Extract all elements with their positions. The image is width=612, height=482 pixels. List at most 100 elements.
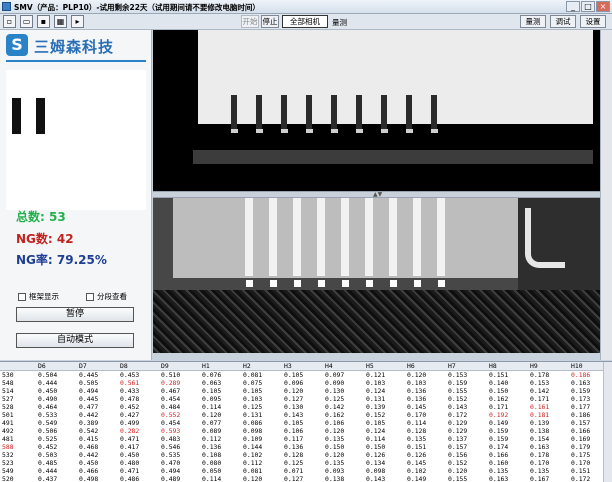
column-header[interactable]: H2 — [241, 362, 282, 371]
table-cell: 0.149 — [407, 475, 427, 482]
batch-view-checkbox[interactable]: 分段查看 — [86, 291, 127, 302]
measure-button[interactable]: 量测 — [520, 15, 546, 28]
column-header[interactable]: H3 — [282, 362, 323, 371]
table-cell: 0.109 — [243, 435, 263, 443]
solder-pad — [438, 280, 445, 287]
table-row[interactable]: 549 0.444 0.466 0.471 0.494 0.050 0.081 0.071 0.… — [0, 467, 610, 475]
table-cell: 0.093 — [325, 467, 345, 475]
measure-label[interactable]: 量测 — [332, 17, 347, 28]
save-icon[interactable]: ▪ — [37, 15, 50, 28]
table-cell: 0.417 — [120, 443, 140, 451]
column-header[interactable]: D6 — [36, 362, 77, 371]
ng-rate: NG率: 79.25% — [16, 253, 107, 267]
column-header[interactable]: H7 — [446, 362, 487, 371]
table-row[interactable]: 528 0.464 0.477 0.452 0.484 0.114 0.125 0.130 0.… — [0, 403, 610, 411]
table-cell: 0.490 — [38, 395, 58, 403]
table-cell: 0.135 — [325, 459, 345, 467]
table-cell: 0.442 — [79, 411, 99, 419]
table-cell: 0.142 — [325, 403, 345, 411]
new-icon[interactable]: ▫ — [3, 15, 16, 28]
table-cell: 0.504 — [38, 371, 58, 379]
close-button[interactable]: × — [596, 1, 610, 12]
window-controls: _ □ × — [566, 1, 610, 12]
table-row[interactable]: 491 0.549 0.389 0.499 0.454 0.077 0.086 0.105 0.… — [0, 419, 610, 427]
table-cell: 0.128 — [284, 451, 304, 459]
table-cell: 492 — [2, 427, 14, 435]
table-cell: 0.103 — [407, 379, 427, 387]
view-splitter[interactable]: ▲▼ — [153, 191, 600, 198]
table-cell: 0.152 — [448, 459, 468, 467]
table-scrollbar[interactable] — [603, 362, 612, 482]
open-folder-icon[interactable]: ▭ — [20, 15, 33, 28]
camera-view-top[interactable] — [153, 30, 600, 191]
table-cell: 0.125 — [325, 395, 345, 403]
table-cell: 0.112 — [243, 459, 263, 467]
checkbox-box[interactable] — [18, 292, 26, 301]
table-row[interactable]: 492 0.506 0.542 0.282 0.593 0.089 0.098 0.106 0.… — [0, 427, 610, 435]
table-row[interactable]: 530 0.504 0.445 0.453 0.510 0.076 0.081 0.105 0.… — [0, 371, 610, 380]
table-row[interactable]: 520 0.437 0.498 0.486 0.489 0.114 0.120 0.127 0.… — [0, 475, 610, 482]
table-cell: 0.136 — [407, 395, 427, 403]
table-cell: 0.542 — [79, 427, 99, 435]
pause-button[interactable]: 暂停 — [16, 307, 134, 322]
column-header[interactable] — [0, 362, 36, 371]
table-cell: 0.174 — [489, 443, 509, 451]
solder-pad — [270, 280, 277, 287]
table-cell: 0.108 — [202, 451, 222, 459]
start-button[interactable]: 开始 — [241, 15, 259, 28]
table-cell: 0.167 — [530, 475, 550, 482]
camera-view-bottom[interactable] — [153, 198, 600, 353]
column-header[interactable]: H6 — [405, 362, 446, 371]
table-row[interactable]: 514 0.450 0.494 0.433 0.467 0.105 0.105 0.120 0.… — [0, 387, 610, 395]
table-cell: 0.289 — [161, 379, 181, 387]
table-row[interactable]: 527 0.490 0.445 0.478 0.454 0.095 0.103 0.127 0.… — [0, 395, 610, 403]
table-cell: 0.525 — [38, 435, 58, 443]
column-header[interactable]: H8 — [487, 362, 528, 371]
stop-button[interactable]: 停止 — [261, 15, 279, 28]
column-header[interactable]: D7 — [77, 362, 118, 371]
table-row[interactable]: 548 0.444 0.505 0.561 0.289 0.063 0.075 0.096 0.… — [0, 379, 610, 387]
table-row[interactable]: 523 0.485 0.450 0.480 0.470 0.080 0.112 0.125 0.… — [0, 459, 610, 467]
table-cell: 0.415 — [79, 435, 99, 443]
pin-foot — [256, 129, 263, 133]
checkbox-box[interactable] — [86, 292, 94, 301]
settings-button[interactable]: 设置 — [580, 15, 606, 28]
table-row[interactable]: 481 0.525 0.415 0.471 0.483 0.112 0.109 0.117 0.… — [0, 435, 610, 443]
column-header[interactable]: H4 — [323, 362, 364, 371]
table-cell: 0.089 — [202, 427, 222, 435]
table-cell: 0.114 — [202, 475, 222, 482]
table-cell: 0.499 — [120, 419, 140, 427]
table-row[interactable]: 532 0.503 0.442 0.450 0.535 0.108 0.102 0.128 0.… — [0, 451, 610, 459]
table-cell: 0.150 — [489, 387, 509, 395]
debug-button[interactable]: 调试 — [550, 15, 576, 28]
table-cell: 0.452 — [38, 443, 58, 451]
connector-pin — [437, 198, 445, 276]
frame-display-checkbox[interactable]: 框架显示 — [18, 291, 59, 302]
column-header[interactable]: D9 — [159, 362, 200, 371]
panel-scrollbar[interactable] — [600, 30, 612, 360]
table-cell: 0.151 — [489, 371, 509, 379]
table-cell: 0.171 — [489, 403, 509, 411]
maximize-button[interactable]: □ — [581, 1, 595, 12]
table-cell: 0.452 — [120, 403, 140, 411]
table-row[interactable]: 588 0.452 0.468 0.417 0.546 0.136 0.144 0.136 0.… — [0, 443, 610, 451]
column-header[interactable]: D8 — [118, 362, 159, 371]
connector-pin — [231, 95, 237, 131]
table-cell: 0.161 — [530, 403, 550, 411]
table-cell: 0.172 — [448, 411, 468, 419]
table-cell: 0.471 — [120, 467, 140, 475]
column-header[interactable]: H9 — [528, 362, 569, 371]
toolbar-icons: ▫ ▭ ▪ ▦ ▸ — [3, 15, 84, 28]
table-cell: 0.139 — [530, 419, 550, 427]
column-header[interactable]: H1 — [200, 362, 241, 371]
table-cell: 0.105 — [366, 419, 386, 427]
image-icon[interactable]: ▦ — [54, 15, 67, 28]
table-cell: 0.494 — [161, 467, 181, 475]
column-header[interactable]: H5 — [364, 362, 405, 371]
auto-mode-button[interactable]: 自动模式 — [16, 333, 134, 348]
all-cameras-button[interactable]: 全部相机 — [282, 15, 328, 28]
table-cell: 0.155 — [448, 475, 468, 482]
play-icon[interactable]: ▸ — [71, 15, 84, 28]
minimize-button[interactable]: _ — [566, 1, 580, 12]
table-row[interactable]: 501 0.533 0.442 0.427 0.552 0.120 0.131 0.143 0.… — [0, 411, 610, 419]
